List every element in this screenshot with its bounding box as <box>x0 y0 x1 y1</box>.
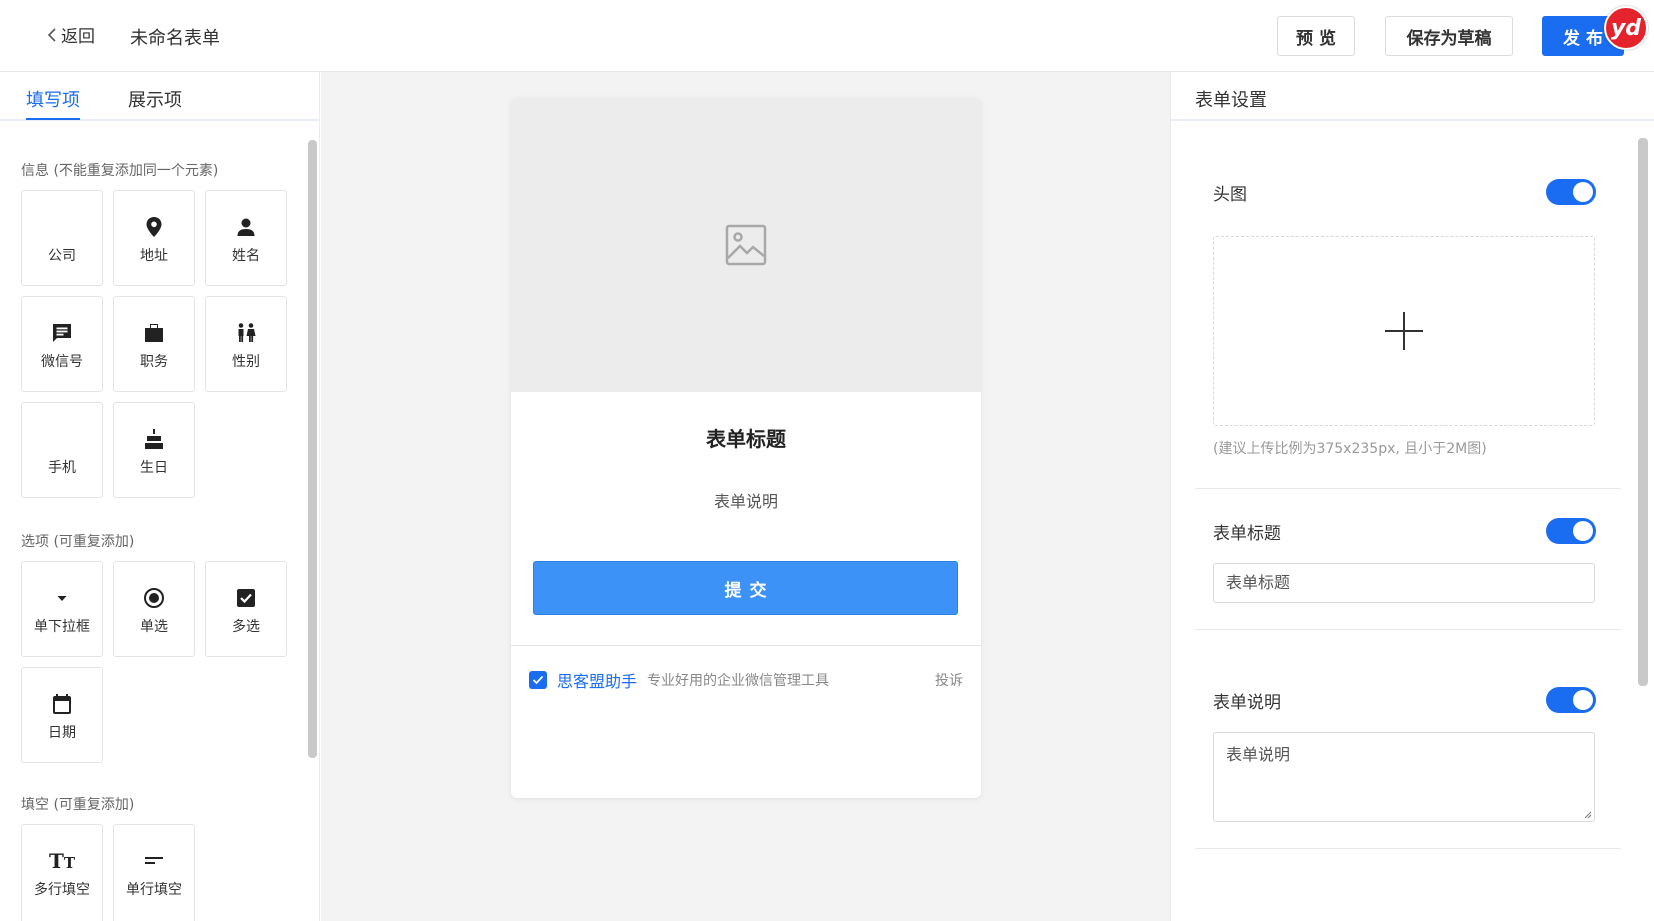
left-scrollbar[interactable] <box>308 140 317 758</box>
cake-icon <box>143 425 165 453</box>
element-gender[interactable]: 性别 <box>205 296 287 392</box>
brand-link[interactable]: 思客盟助手 <box>557 668 637 692</box>
element-name[interactable]: 姓名 <box>205 190 287 286</box>
element-label: 姓名 <box>232 248 260 264</box>
header-image-placeholder[interactable] <box>511 98 981 392</box>
element-label: 单选 <box>140 619 168 635</box>
top-bar: 返回 未命名表单 预览 保存为草稿 发布 yd <box>0 0 1654 72</box>
settings-panel: 表单设置 头图 (建议上传比例为375x235px, 且小于2M图) 表单标题 … <box>1170 72 1654 921</box>
header-image-label: 头图 <box>1213 185 1247 205</box>
element-wechat[interactable]: 微信号 <box>21 296 103 392</box>
image-icon <box>725 224 767 266</box>
chevron-left-icon <box>47 27 56 42</box>
tab-bar: 填写项 展示项 <box>0 72 319 121</box>
element-checkbox[interactable]: 多选 <box>205 561 287 657</box>
right-scrollbar[interactable] <box>1638 138 1648 686</box>
save-draft-button[interactable]: 保存为草稿 <box>1385 16 1513 56</box>
briefcase-icon <box>143 319 165 347</box>
resize-handle-icon[interactable] <box>1582 809 1592 819</box>
header-image-toggle[interactable] <box>1546 179 1596 205</box>
text-size-icon: TT <box>48 849 76 873</box>
form-title-label: 表单标题 <box>1213 524 1281 544</box>
submit-button[interactable]: 提交 <box>533 561 958 615</box>
single-line-icon <box>145 847 163 875</box>
preview-form-title: 表单标题 <box>706 427 786 451</box>
section-title-info: 信息 (不能重复添加同一个元素) <box>21 163 219 179</box>
form-title-input[interactable]: 表单标题 <box>1213 563 1595 603</box>
element-label: 日期 <box>48 725 76 741</box>
form-desc-value: 表单说明 <box>1226 745 1291 764</box>
element-label: 手机 <box>48 460 76 476</box>
form-preview-area: 表单标题 表单说明 提交 思客盟助手 专业好用的企业微信管理工具 投诉 <box>321 72 1170 921</box>
divider <box>511 645 981 646</box>
preview-footer: 思客盟助手 专业好用的企业微信管理工具 投诉 <box>529 668 963 692</box>
settings-title: 表单设置 <box>1195 90 1267 111</box>
element-label: 职务 <box>140 354 168 370</box>
element-label: 单行填空 <box>126 882 182 898</box>
form-title-toggle[interactable] <box>1546 518 1596 544</box>
form-preview: 表单标题 表单说明 提交 思客盟助手 专业好用的企业微信管理工具 投诉 <box>511 98 981 798</box>
divider <box>1195 488 1621 489</box>
dropdown-icon <box>55 584 69 612</box>
checkbox-checked-icon[interactable] <box>529 671 547 689</box>
element-birthday[interactable]: 生日 <box>113 402 195 498</box>
image-upload-area[interactable] <box>1213 236 1595 426</box>
section-title-options: 选项 (可重复添加) <box>21 534 135 550</box>
element-label: 性别 <box>232 354 260 370</box>
element-label: 地址 <box>140 248 168 264</box>
settings-header: 表单设置 <box>1171 72 1654 121</box>
element-date[interactable]: 日期 <box>21 667 103 763</box>
chat-icon <box>51 319 73 347</box>
gender-icon <box>235 319 257 347</box>
element-radio[interactable]: 单选 <box>113 561 195 657</box>
radio-icon <box>143 584 165 612</box>
element-phone[interactable]: 手机 <box>21 402 103 498</box>
form-desc-toggle[interactable] <box>1546 687 1596 713</box>
tab-display-items[interactable]: 展示项 <box>128 86 182 112</box>
element-position[interactable]: 职务 <box>113 296 195 392</box>
element-company[interactable]: 公司 <box>21 190 103 286</box>
brand-slogan: 专业好用的企业微信管理工具 <box>647 673 830 689</box>
form-name: 未命名表单 <box>130 28 220 49</box>
preview-form-description: 表单说明 <box>713 492 778 511</box>
form-desc-textarea[interactable]: 表单说明 <box>1213 732 1595 822</box>
element-label: 多行填空 <box>34 882 90 898</box>
element-label: 多选 <box>232 619 260 635</box>
element-singleline[interactable]: 单行填空 <box>113 824 195 921</box>
element-dropdown[interactable]: 单下拉框 <box>21 561 103 657</box>
divider <box>1195 848 1621 849</box>
left-panel: 填写项 展示项 信息 (不能重复添加同一个元素) 公司 地址 姓名 微信号 职务 <box>0 72 320 921</box>
yd-logo[interactable]: yd <box>1604 6 1648 50</box>
back-button[interactable]: 返回 <box>47 22 95 47</box>
element-multiline[interactable]: TT 多行填空 <box>21 824 103 921</box>
divider <box>1195 629 1621 630</box>
calendar-icon <box>52 690 72 718</box>
back-label: 返回 <box>61 27 95 47</box>
preview-button[interactable]: 预览 <box>1277 16 1355 56</box>
section-title-blanks: 填空 (可重复添加) <box>21 797 135 813</box>
element-label: 生日 <box>140 460 168 476</box>
element-label: 微信号 <box>41 354 83 370</box>
element-label: 单下拉框 <box>34 619 90 635</box>
report-link[interactable]: 投诉 <box>935 670 963 690</box>
upload-hint: (建议上传比例为375x235px, 且小于2M图) <box>1213 441 1487 457</box>
element-label: 公司 <box>48 248 76 264</box>
tab-fill-items[interactable]: 填写项 <box>26 86 80 112</box>
active-tab-indicator <box>26 118 80 120</box>
form-desc-label: 表单说明 <box>1213 693 1281 713</box>
checkbox-icon <box>236 584 256 612</box>
plus-icon <box>1385 312 1423 350</box>
person-icon <box>236 213 256 241</box>
element-address[interactable]: 地址 <box>113 190 195 286</box>
location-pin-icon <box>145 213 163 241</box>
